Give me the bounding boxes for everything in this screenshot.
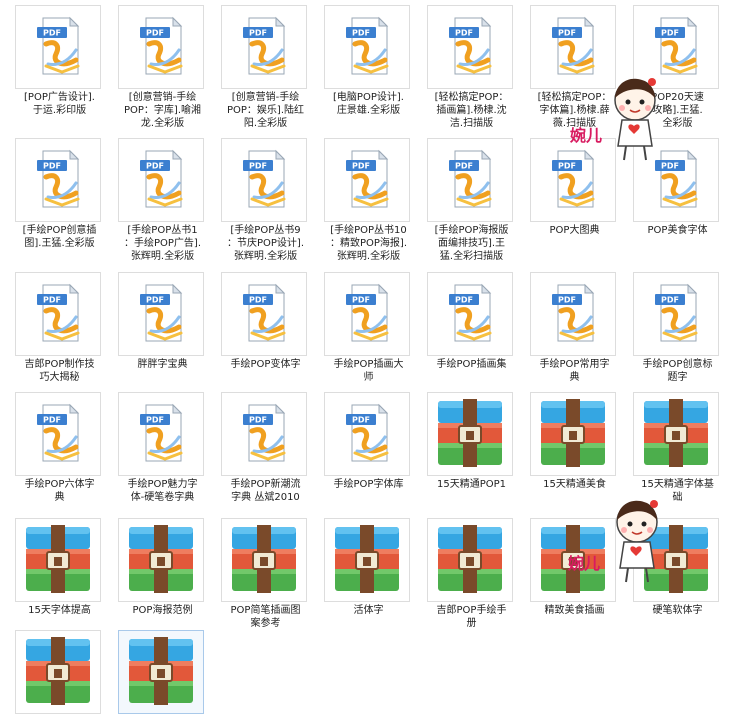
- rar-archive-icon[interactable]: [427, 392, 513, 476]
- file-name-label: 手绘POP插画集: [436, 359, 507, 370]
- file-name-label: 吉郎POP制作技 巧大揭秘: [24, 359, 95, 383]
- pdf-file-icon[interactable]: [324, 138, 410, 222]
- pdf-file-icon[interactable]: [118, 5, 204, 89]
- file-name-label: POP大图典: [549, 225, 600, 236]
- pdf-file-icon[interactable]: [221, 5, 307, 89]
- file-name-label: 15天字体提高: [28, 605, 91, 616]
- file-name-label: 胖胖字宝典: [137, 359, 188, 370]
- file-name-label: [创意营销-手绘 POP：娱乐].陆红 阳.全彩版: [226, 92, 304, 129]
- rar-archive-icon[interactable]: [118, 630, 204, 714]
- rar-archive-icon[interactable]: [15, 518, 101, 602]
- pdf-file-icon[interactable]: [118, 138, 204, 222]
- pdf-file-icon[interactable]: [15, 5, 101, 89]
- file-name-label: 精致美食插画: [544, 605, 605, 616]
- pdf-file-icon[interactable]: [530, 272, 616, 356]
- file-name-label: POP美食字体: [647, 225, 708, 236]
- file-name-label: 15天精通POP1: [436, 479, 507, 490]
- file-name-label: 硬笔软体字: [652, 605, 703, 616]
- watermark-text: 婉儿: [568, 554, 601, 573]
- file-name-label: [手绘POP丛书10 ：精致POP海报]. 张辉明.全彩版: [329, 225, 407, 262]
- rar-archive-icon[interactable]: [530, 392, 616, 476]
- file-name-label: [手绘POP创意插 图].王猛.全彩版: [22, 225, 97, 249]
- pdf-file-icon[interactable]: [221, 272, 307, 356]
- file-name-label: [手绘POP海报版 面编排技巧].王 猛.全彩扫描版: [434, 225, 509, 262]
- pdf-file-icon[interactable]: [15, 272, 101, 356]
- mascot-watermark-bottom: 婉儿: [568, 490, 672, 590]
- file-name-label: 手绘POP常用字 典: [539, 359, 610, 383]
- pdf-file-icon[interactable]: [15, 392, 101, 476]
- pdf-file-icon[interactable]: [118, 392, 204, 476]
- file-name-label: [电脑POP设计]. 庄景雄.全彩版: [333, 92, 404, 116]
- file-name-label: 手绘POP六体字 典: [24, 479, 95, 503]
- pdf-file-icon[interactable]: [221, 138, 307, 222]
- pdf-file-icon[interactable]: [324, 5, 410, 89]
- pdf-file-icon[interactable]: [221, 392, 307, 476]
- rar-archive-icon[interactable]: [427, 518, 513, 602]
- watermark-text: 婉儿: [570, 126, 603, 145]
- pdf-file-icon[interactable]: [427, 272, 513, 356]
- rar-archive-icon[interactable]: [15, 630, 101, 714]
- file-name-label: 手绘POP字体库: [333, 479, 404, 490]
- file-name-label: 吉郎POP手绘手 册: [436, 605, 507, 629]
- pdf-file-icon[interactable]: [427, 5, 513, 89]
- pdf-file-icon[interactable]: [427, 138, 513, 222]
- file-name-label: [POP广告设计]. 于运.彩印版: [24, 92, 95, 116]
- rar-archive-icon[interactable]: [324, 518, 410, 602]
- file-name-label: 活体字: [353, 605, 384, 616]
- file-name-label: POP简笔插画图 案参考: [230, 605, 301, 629]
- rar-archive-icon[interactable]: [118, 518, 204, 602]
- file-name-label: [手绘POP丛书9 ：节庆POP设计]. 张辉明.全彩版: [226, 225, 304, 262]
- file-name-label: 手绘POP变体字: [230, 359, 301, 370]
- pdf-file-icon[interactable]: [324, 392, 410, 476]
- file-name-label: [轻松搞定POP： 插画篇].杨棣.沈 洁.扫描版: [434, 92, 509, 129]
- rar-archive-icon[interactable]: [221, 518, 307, 602]
- rar-archive-icon[interactable]: [633, 392, 719, 476]
- file-name-label: [创意营销-手绘 POP：字库].喻湘 龙.全彩版: [123, 92, 201, 129]
- file-name-label: 手绘POP创意标 题字: [642, 359, 713, 383]
- file-name-label: [手绘POP丛书1 ：手绘POP广告]. 张辉明.全彩版: [123, 225, 201, 262]
- pdf-file-icon[interactable]: [633, 272, 719, 356]
- file-name-label: 手绘POP新潮流 字典 丛斌2010: [230, 479, 301, 503]
- file-name-label: POP海报范例: [132, 605, 193, 616]
- file-name-label: 手绘POP插画大 师: [333, 359, 404, 383]
- pdf-file-icon[interactable]: [118, 272, 204, 356]
- mascot-watermark-top: 婉儿: [570, 68, 670, 168]
- pdf-file-icon[interactable]: [15, 138, 101, 222]
- pdf-file-icon[interactable]: [324, 272, 410, 356]
- file-name-label: 手绘POP魅力字 体-硬笔卷字典: [127, 479, 198, 503]
